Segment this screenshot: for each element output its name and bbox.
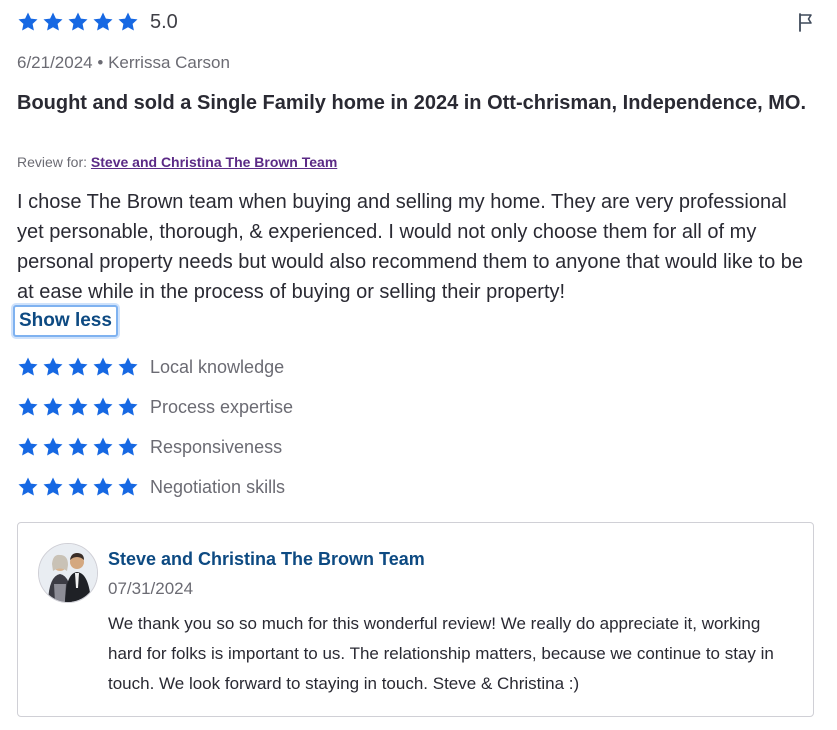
review-date: 6/21/2024 [17, 53, 93, 72]
star-icon [17, 356, 39, 378]
agent-link[interactable]: Steve and Christina The Brown Team [91, 154, 337, 170]
star-icon [67, 356, 89, 378]
sub-rating-negotiation-skills: Negotiation skills [17, 475, 285, 499]
star-icon [117, 396, 139, 418]
review-card: 5.0 6/21/2024 • Kerrissa Carson Bought a… [13, 0, 817, 730]
agent-response: Steve and Christina The Brown Team 07/31… [17, 522, 814, 717]
star-icon [117, 476, 139, 498]
star-icon [92, 436, 114, 458]
review-title: Bought and sold a Single Family home in … [17, 92, 807, 114]
star-icon [67, 11, 89, 33]
star-icon [117, 356, 139, 378]
star-icon [17, 396, 39, 418]
sub-rating-label: Process expertise [150, 397, 294, 417]
sub-rating-label: Local knowledge [150, 357, 285, 377]
response-text: We thank you so so much for this wonderf… [108, 614, 774, 693]
review-body: I chose The Brown team when buying and s… [17, 191, 804, 303]
review-for-label: Review for: [17, 154, 88, 170]
star-icon [17, 436, 39, 458]
sub-rating-label: Responsiveness [150, 437, 283, 457]
star-icon [42, 396, 64, 418]
sub-rating-local-knowledge: Local knowledge [17, 355, 284, 379]
star-icon [42, 436, 64, 458]
star-icon [67, 436, 89, 458]
rating-value: 5.0 [150, 11, 178, 33]
review-for: Review for: Steve and Christina The Brow… [17, 153, 337, 171]
star-icon [17, 11, 39, 33]
sub-rating-process-expertise: Process expertise [17, 395, 293, 419]
sub-rating-responsiveness: Responsiveness [17, 435, 282, 459]
star-icon [117, 436, 139, 458]
review-author: Kerrissa Carson [108, 53, 230, 72]
star-icon [92, 476, 114, 498]
meta-separator: • [97, 53, 104, 72]
star-icon [67, 396, 89, 418]
overall-rating: 5.0 [17, 10, 178, 34]
review-meta: 6/21/2024 • Kerrissa Carson [17, 52, 230, 74]
star-icon [42, 476, 64, 498]
star-icon [92, 396, 114, 418]
star-icon [67, 476, 89, 498]
flag-icon[interactable] [796, 12, 816, 32]
star-icon [117, 11, 139, 33]
show-less-button[interactable]: Show less [13, 305, 118, 337]
avatar [38, 543, 98, 603]
sub-rating-label: Negotiation skills [150, 477, 286, 497]
star-icon [92, 11, 114, 33]
star-icon [42, 356, 64, 378]
star-icon [42, 11, 64, 33]
response-team-name[interactable]: Steve and Christina The Brown Team [108, 548, 425, 570]
response-date: 07/31/2024 [108, 579, 194, 598]
star-icon [17, 476, 39, 498]
star-icon [92, 356, 114, 378]
